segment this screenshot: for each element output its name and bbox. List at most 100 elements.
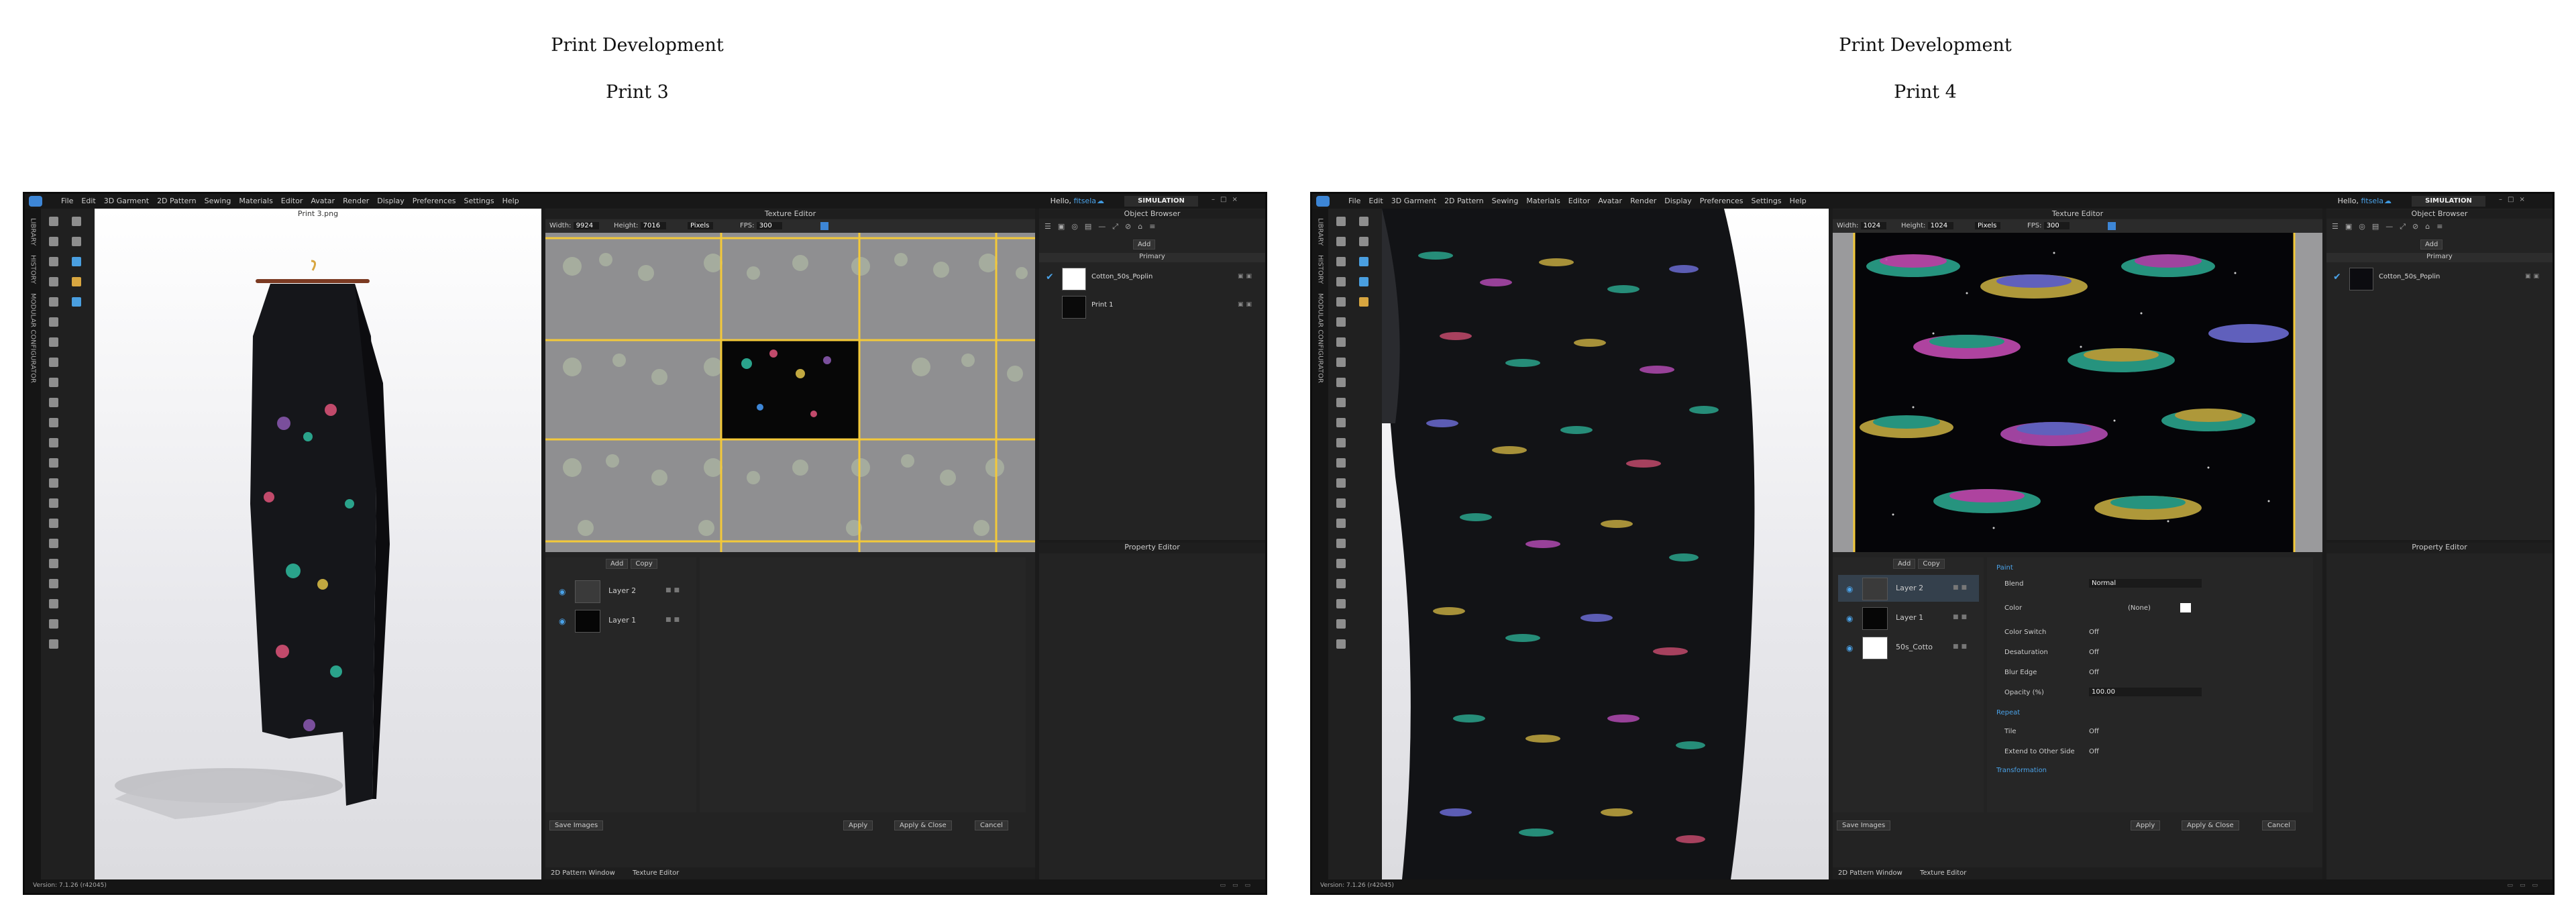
menu-2d-pattern[interactable]: 2D Pattern (157, 197, 197, 205)
texture-tool-icon[interactable] (1359, 257, 1368, 266)
glasses-tool-icon[interactable] (1336, 599, 1346, 608)
button-tool-icon[interactable] (49, 378, 58, 387)
elastic-tool-icon[interactable] (49, 498, 58, 508)
tshirt-tool-icon[interactable] (1336, 639, 1346, 649)
tack-tool-icon[interactable] (49, 297, 58, 307)
tab-2d-pattern-window[interactable]: 2D Pattern Window (1838, 869, 1902, 877)
trim-tool-icon[interactable] (49, 418, 58, 427)
layer-lock-icon[interactable]: ■■ (665, 617, 682, 623)
save-images-button[interactable]: Save Images (549, 820, 604, 830)
sleeve-tool-icon[interactable] (1336, 519, 1346, 528)
texture-item[interactable]: Print 1 ▣▣ (1039, 293, 1265, 320)
skirt-tool-icon[interactable] (49, 619, 58, 629)
menu-settings[interactable]: Settings (1752, 197, 1782, 205)
lock-tool-icon[interactable] (1336, 559, 1346, 568)
arrange-tool-icon[interactable] (1336, 237, 1346, 246)
edit-tool-icon[interactable] (49, 317, 58, 327)
pin-tool-icon[interactable] (49, 257, 58, 266)
add-layer-button[interactable]: Add (606, 559, 629, 569)
menu-display[interactable]: Display (1664, 197, 1692, 205)
fps-field[interactable]: 300 (2043, 222, 2070, 229)
tab-texture-editor[interactable]: Texture Editor (1920, 869, 1966, 877)
object-browser-toolbar-icon[interactable]: ☰▣◎▤—⤢⊘⌂≡ (1044, 222, 1162, 231)
simulation-mode-button[interactable]: SIMULATION (2412, 196, 2485, 207)
visibility-eye-icon[interactable]: ◉ (559, 617, 566, 626)
apply-button[interactable]: Apply (843, 820, 873, 830)
color-swatch[interactable] (2180, 603, 2191, 612)
add-layer-button[interactable]: Add (1893, 559, 1916, 569)
color-picker-icon[interactable] (2108, 222, 2116, 230)
desaturation-toggle[interactable]: Off (2089, 649, 2099, 656)
menu-2d-pattern[interactable]: 2D Pattern (1444, 197, 1484, 205)
fabric-action-icon[interactable]: ▣▣ (1238, 273, 1254, 280)
primary-colorway[interactable]: Primary (2326, 253, 2553, 262)
simulation-mode-button[interactable]: SIMULATION (1124, 196, 1198, 207)
tab-history[interactable]: HISTORY (1317, 255, 1324, 284)
texture-canvas[interactable] (545, 233, 1035, 552)
menu-display[interactable]: Display (377, 197, 405, 205)
color-switch-toggle[interactable]: Off (2089, 629, 2099, 636)
tab-modular-configurator[interactable]: MODULAR CONFIGURATOR (1317, 293, 1324, 383)
sleeve-tool-icon[interactable] (49, 519, 58, 528)
fabric-item[interactable]: ✔ Cotton_50s_Poplin ▣▣ (2326, 265, 2553, 292)
window-controls-icon[interactable]: –□× (2499, 196, 2546, 205)
menu-avatar[interactable]: Avatar (311, 197, 335, 205)
apply-close-button[interactable]: Apply & Close (894, 820, 952, 830)
fabric-action-icon[interactable]: ▣▣ (2525, 273, 2542, 280)
menu-file[interactable]: File (1348, 197, 1360, 205)
piping-tool-icon[interactable] (1336, 478, 1346, 488)
menu-render[interactable]: Render (1630, 197, 1656, 205)
layer-lock-icon[interactable]: ■■ (665, 587, 682, 594)
button-tool-icon[interactable] (1336, 378, 1346, 387)
brush-tool-icon[interactable] (1359, 297, 1368, 307)
apply-close-button[interactable]: Apply & Close (2182, 820, 2239, 830)
menu-render[interactable]: Render (343, 197, 369, 205)
menu-edit[interactable]: Edit (1368, 197, 1383, 205)
visibility-eye-icon[interactable]: ◉ (1846, 584, 1853, 594)
copy-layer-button[interactable]: Copy (631, 559, 657, 569)
tack-tool-icon[interactable] (1336, 297, 1346, 307)
visibility-eye-icon[interactable]: ◉ (1846, 643, 1853, 653)
fps-field[interactable]: 300 (756, 222, 782, 229)
puckering-tool-icon[interactable] (1336, 458, 1346, 468)
fold-tool-icon[interactable] (1359, 237, 1368, 246)
layer-row[interactable]: ◉ 50s_Cotto ■■ (1838, 634, 1979, 661)
visibility-eye-icon[interactable]: ◉ (559, 587, 566, 596)
trim-tool-icon[interactable] (1336, 418, 1346, 427)
pleat-tool-icon[interactable] (1336, 337, 1346, 347)
arrange-tool-icon[interactable] (49, 237, 58, 246)
brush-tool-icon[interactable] (72, 297, 81, 307)
layer-row-selected[interactable]: ◉ Layer 2 ■■ (1838, 575, 1979, 602)
cancel-button[interactable]: Cancel (975, 820, 1008, 830)
layer-row[interactable]: ◉ Layer 1 ■■ (1838, 604, 1979, 631)
edit-tool-icon[interactable] (1336, 317, 1346, 327)
cloud-icon[interactable]: ☁ (2384, 197, 2392, 205)
menu-materials[interactable]: Materials (1526, 197, 1560, 205)
tab-texture-editor[interactable]: Texture Editor (633, 869, 679, 877)
3d-viewport[interactable]: Print 3.png (95, 209, 541, 879)
elastic-tool-icon[interactable] (1336, 498, 1346, 508)
menu-materials[interactable]: Materials (239, 197, 272, 205)
graphic-tool-icon[interactable] (1359, 277, 1368, 286)
tile-toggle[interactable]: Off (2089, 728, 2099, 735)
piping-tool-icon[interactable] (49, 478, 58, 488)
cancel-button[interactable]: Cancel (2262, 820, 2296, 830)
cloud-icon[interactable]: ☁ (1097, 197, 1104, 205)
height-field[interactable]: 1024 (1927, 222, 1953, 229)
tab-library[interactable]: LIBRARY (1317, 218, 1324, 246)
copy-layer-button[interactable]: Copy (1918, 559, 1945, 569)
texture-tool-icon[interactable] (72, 257, 81, 266)
unit-select[interactable]: Pixels (688, 222, 713, 229)
menu-preferences[interactable]: Preferences (413, 197, 456, 205)
menu-sewing[interactable]: Sewing (205, 197, 231, 205)
move-tool-icon[interactable] (1359, 217, 1368, 226)
visibility-eye-icon[interactable]: ◉ (1846, 614, 1853, 623)
zipper-tool-icon[interactable] (49, 398, 58, 407)
apply-button[interactable]: Apply (2131, 820, 2161, 830)
3d-viewport[interactable]: Print 4.png (1382, 209, 1829, 879)
layer-lock-icon[interactable]: ■■ (1953, 643, 1970, 650)
texture-action-icon[interactable]: ▣▣ (1238, 301, 1254, 308)
collar-tool-icon[interactable] (1336, 539, 1346, 548)
pin-tool-icon[interactable] (1336, 257, 1346, 266)
save-images-button[interactable]: Save Images (1837, 820, 1891, 830)
